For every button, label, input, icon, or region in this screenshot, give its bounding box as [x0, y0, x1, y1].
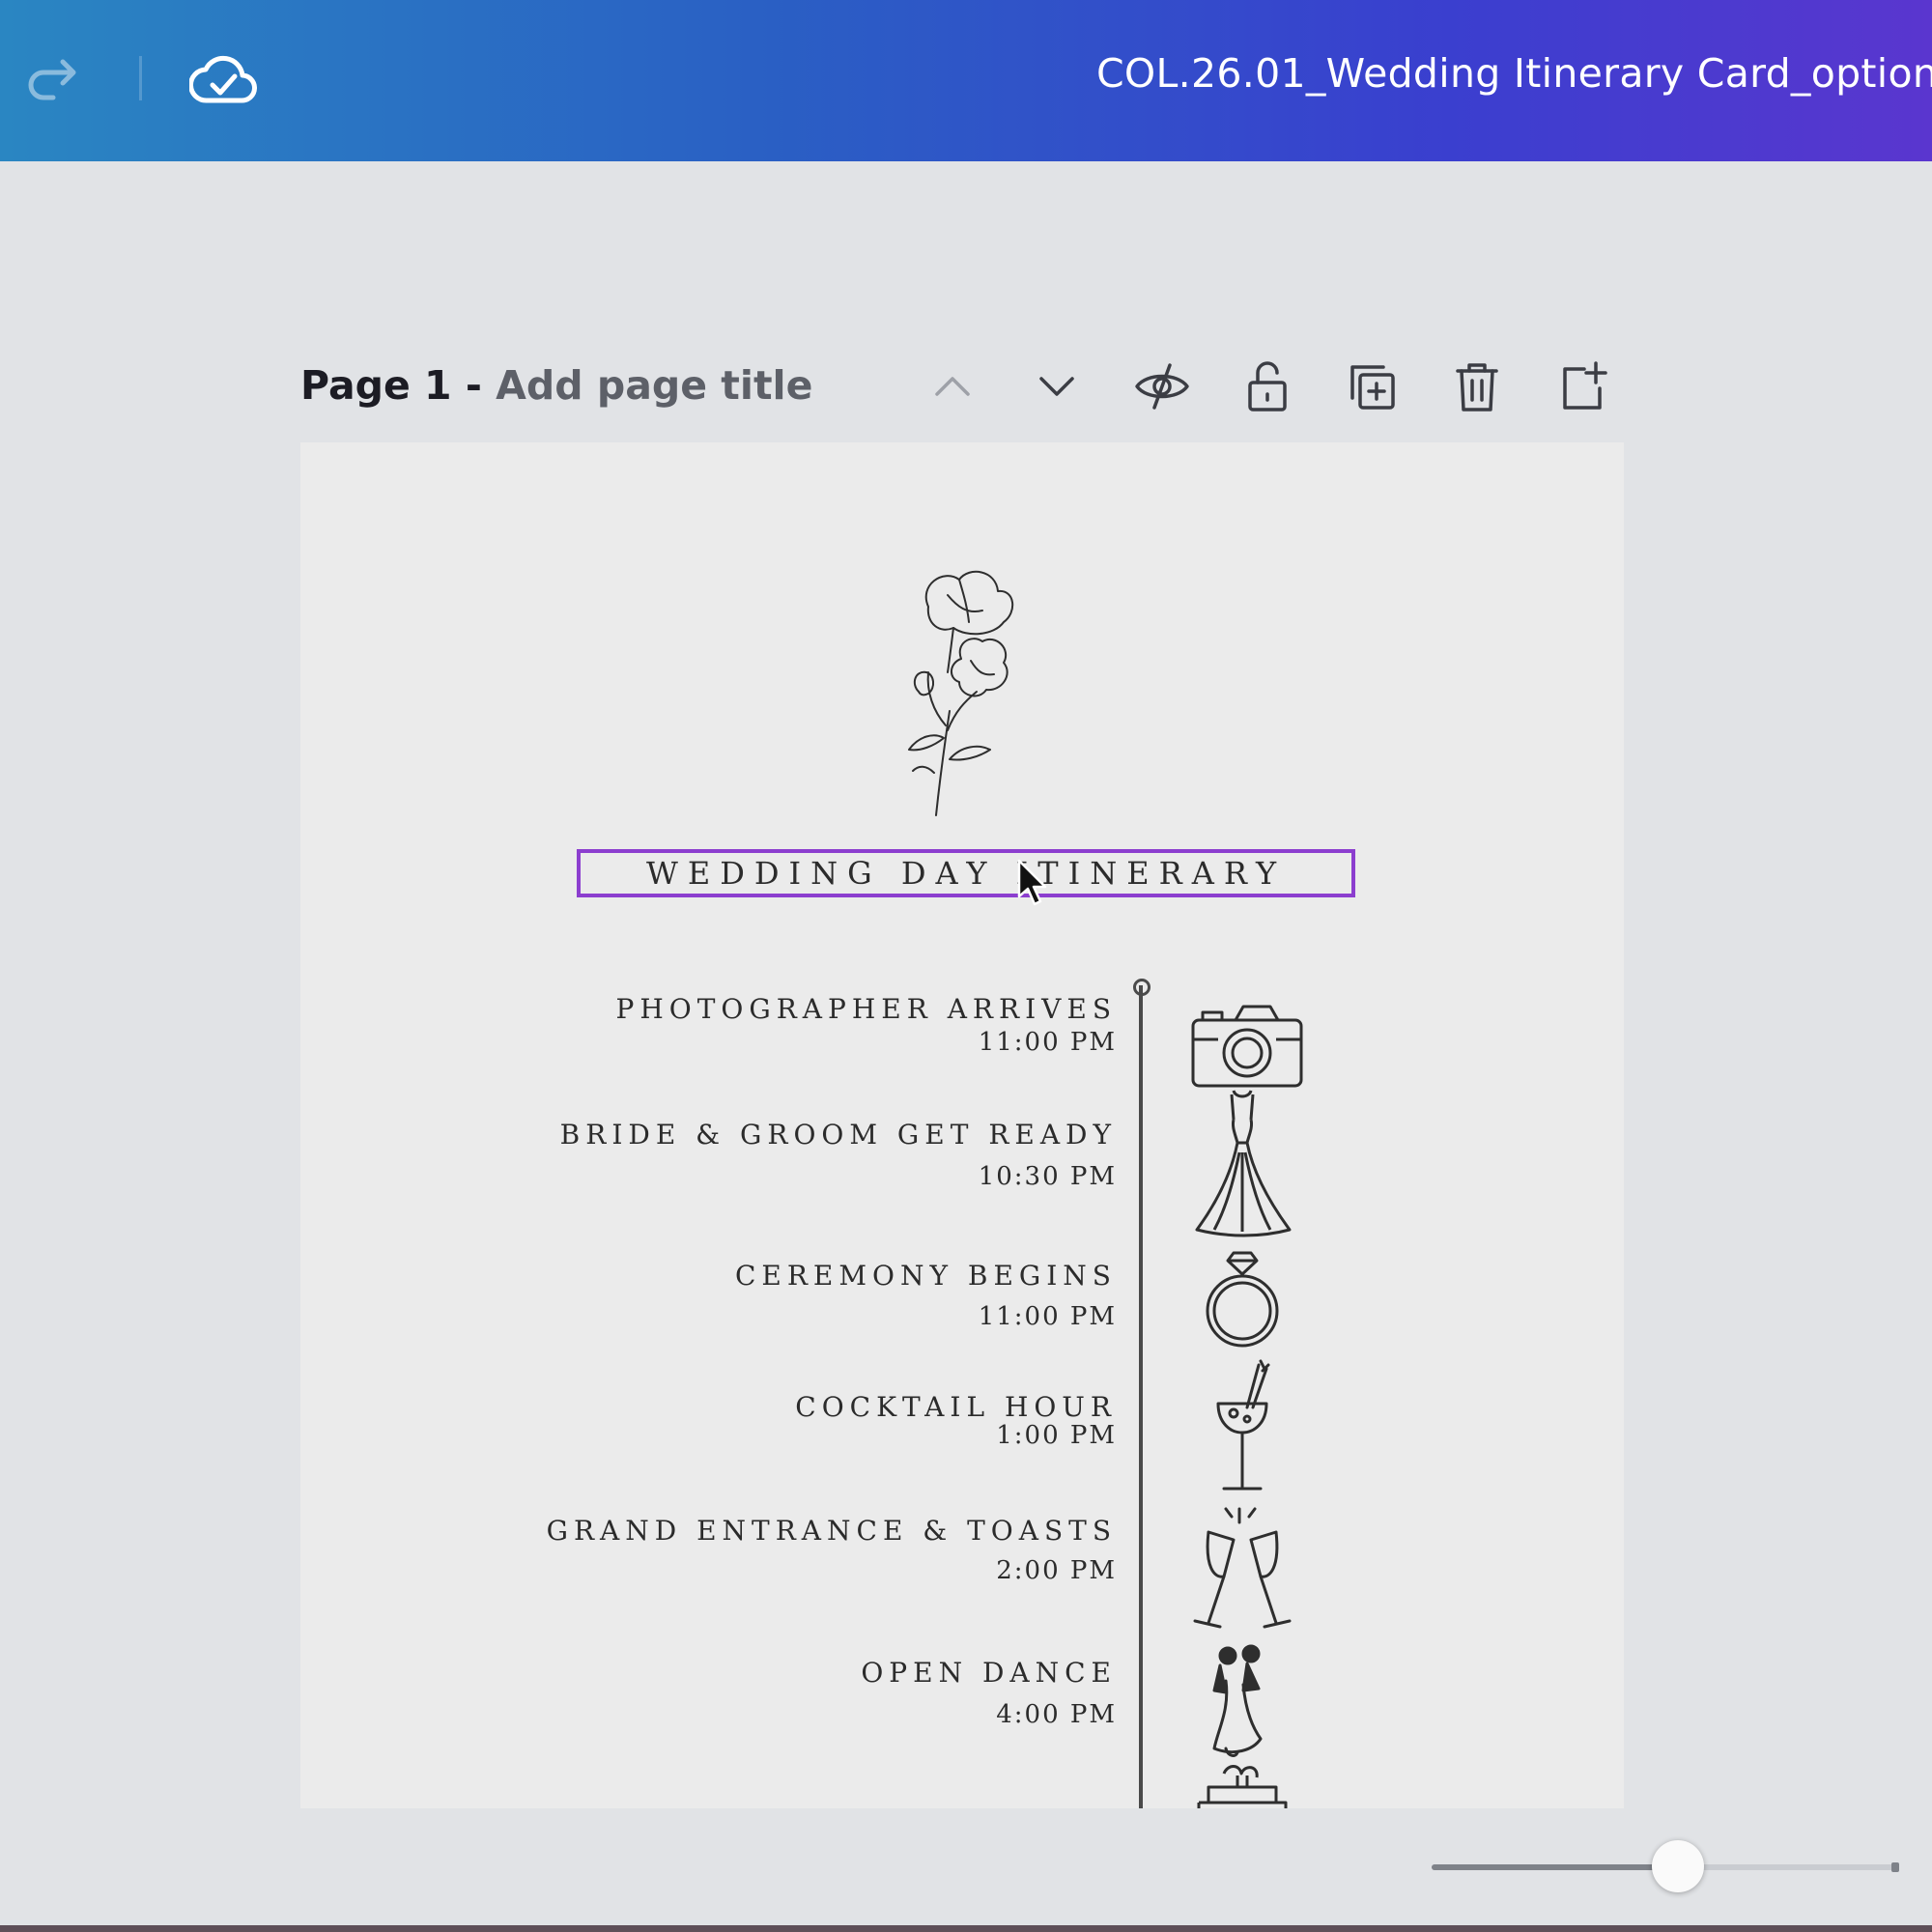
add-page-icon — [1563, 361, 1607, 410]
zoom-slider-thumb[interactable] — [1652, 1840, 1705, 1892]
duplicate-page-icon — [1350, 365, 1395, 410]
hide-page-button[interactable] — [1131, 355, 1193, 417]
chevron-down-icon — [1039, 377, 1074, 396]
zoom-slider[interactable] — [1432, 1840, 1899, 1892]
cloud-saved-icon[interactable] — [188, 46, 257, 110]
page-title-input[interactable]: Add page title — [496, 362, 812, 409]
ring-icon[interactable] — [1179, 1239, 1305, 1365]
page-header: Page 1 - Add page title — [300, 362, 812, 409]
wedding-dress-icon[interactable] — [1179, 1085, 1305, 1239]
zoom-slider-fill — [1432, 1864, 1679, 1870]
event-time[interactable]: 1:00 PM — [996, 1421, 1117, 1450]
window-bottom-edge — [0, 1925, 1932, 1932]
champagne-toast-icon[interactable] — [1179, 1503, 1305, 1638]
redo-icon[interactable] — [24, 48, 82, 106]
event-title[interactable]: OPEN DANCE — [861, 1657, 1117, 1689]
event-time[interactable]: 10:30 PM — [979, 1162, 1117, 1191]
event-title[interactable]: PHOTOGRAPHER ARRIVES — [616, 993, 1117, 1025]
event-time[interactable]: 11:00 PM — [979, 1302, 1117, 1331]
add-page-button[interactable] — [1551, 355, 1613, 417]
move-page-down-button[interactable] — [1026, 355, 1088, 417]
toolbar-divider — [139, 56, 142, 100]
cocktail-icon[interactable] — [1179, 1355, 1305, 1500]
cake-icon[interactable] — [1179, 1764, 1305, 1808]
event-time[interactable]: 4:00 PM — [996, 1700, 1117, 1729]
document-title[interactable]: COL.26.01_Wedding Itinerary Card_option( — [1096, 50, 1932, 97]
trash-icon — [1456, 363, 1498, 412]
lock-page-button[interactable] — [1236, 355, 1298, 417]
chevron-up-icon — [935, 377, 970, 396]
event-title[interactable]: BRIDE & GROOM GET READY — [560, 1119, 1117, 1151]
zoom-slider-end — [1891, 1862, 1899, 1872]
hide-icon — [1135, 363, 1189, 410]
mouse-cursor-icon — [1017, 859, 1047, 906]
event-title[interactable]: GRAND ENTRANCE & TOASTS — [547, 1515, 1117, 1547]
event-title[interactable]: CEREMONY BEGINS — [735, 1260, 1117, 1292]
move-page-up-button[interactable] — [922, 355, 983, 417]
flower-illustration[interactable] — [890, 566, 1035, 817]
page-number-label: Page 1 - — [300, 362, 497, 409]
unlock-icon — [1248, 361, 1287, 412]
design-page-canvas[interactable]: WEDDING DAY ITINERARY PHOTOGRAPHER ARRIV… — [300, 442, 1624, 1808]
top-bar: COL.26.01_Wedding Itinerary Card_option( — [0, 0, 1932, 161]
event-time[interactable]: 2:00 PM — [996, 1556, 1117, 1585]
timeline-line[interactable] — [1139, 985, 1143, 1808]
dancing-couple-icon[interactable] — [1179, 1642, 1305, 1768]
duplicate-page-button[interactable] — [1341, 355, 1403, 417]
delete-page-button[interactable] — [1446, 355, 1508, 417]
event-time[interactable]: 11:00 PM — [979, 1028, 1117, 1057]
event-title[interactable]: COCKTAIL HOUR — [795, 1391, 1117, 1423]
selection-outline — [577, 849, 1355, 897]
